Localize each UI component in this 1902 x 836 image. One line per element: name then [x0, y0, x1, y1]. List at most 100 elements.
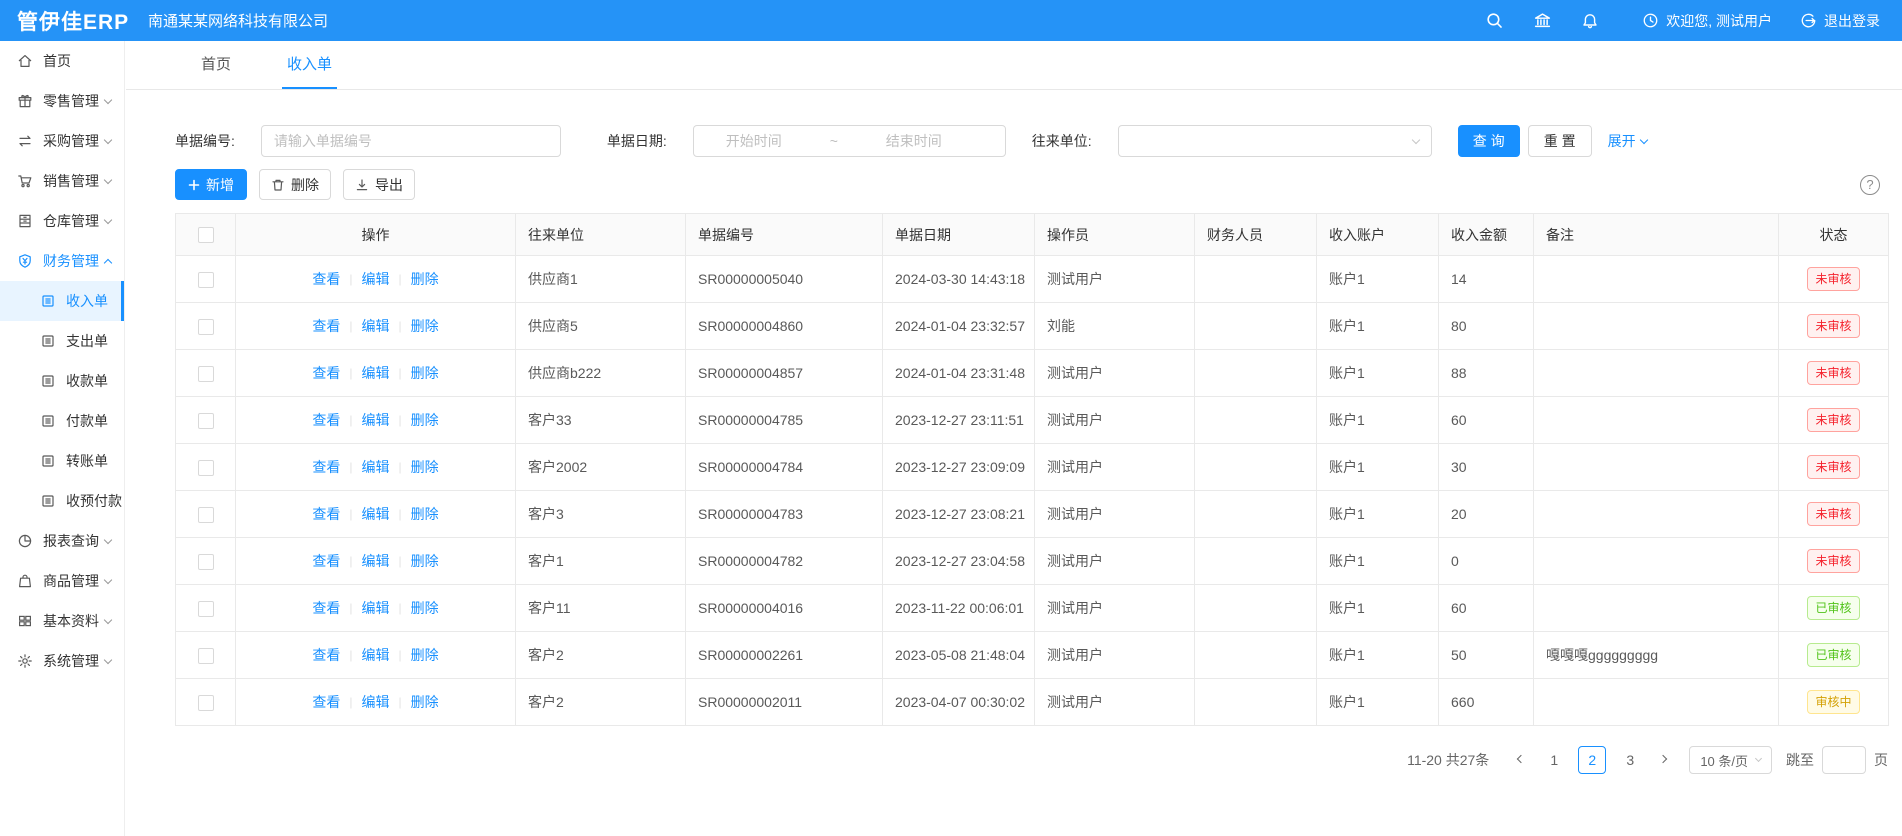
partner-select[interactable] — [1118, 125, 1432, 157]
action-delete-link[interactable]: 删除 — [411, 410, 439, 430]
cell-partner: 供应商b222 — [516, 350, 686, 397]
chevron-down-icon — [104, 95, 112, 103]
reset-button[interactable]: 重 置 — [1528, 125, 1592, 157]
action-delete-link[interactable]: 删除 — [411, 316, 439, 336]
search-button[interactable]: 查 询 — [1458, 125, 1520, 157]
action-edit-link[interactable]: 编辑 — [362, 504, 390, 524]
sidebar-subitem-expense[interactable]: 支出单 — [0, 321, 124, 361]
page-size-value: 10 条/页 — [1700, 751, 1748, 770]
expand-link[interactable]: 展开 — [1608, 131, 1647, 151]
chevron-down-icon — [1411, 135, 1419, 143]
action-delete-link[interactable]: 删除 — [411, 457, 439, 477]
action-view-link[interactable]: 查看 — [312, 316, 340, 336]
action-view-link[interactable]: 查看 — [312, 269, 340, 289]
table-row: 查看 | 编辑 | 删除 客户11 SR00000004016 2023-11-… — [176, 585, 1889, 632]
action-delete-link[interactable]: 删除 — [411, 269, 439, 289]
action-view-link[interactable]: 查看 — [312, 645, 340, 665]
shield-icon — [17, 253, 33, 269]
sidebar-subitem-payment[interactable]: 付款单 — [0, 401, 124, 441]
action-edit-link[interactable]: 编辑 — [362, 598, 390, 618]
action-view-link[interactable]: 查看 — [312, 504, 340, 524]
action-edit-link[interactable]: 编辑 — [362, 363, 390, 383]
action-separator: | — [399, 601, 402, 615]
swap-icon — [17, 133, 33, 149]
action-edit-link[interactable]: 编辑 — [362, 410, 390, 430]
date-range-picker[interactable]: ~ — [693, 125, 1006, 157]
sidebar-item-sales[interactable]: 销售管理 — [0, 161, 124, 201]
sidebar-subitem-income[interactable]: 收入单 — [0, 281, 124, 321]
action-view-link[interactable]: 查看 — [312, 598, 340, 618]
select-all-checkbox[interactable] — [198, 227, 214, 243]
action-view-link[interactable]: 查看 — [312, 457, 340, 477]
bell-icon[interactable] — [1566, 0, 1614, 41]
row-checkbox[interactable] — [198, 413, 214, 429]
action-delete-link[interactable]: 删除 — [411, 645, 439, 665]
row-checkbox[interactable] — [198, 648, 214, 664]
action-edit-link[interactable]: 编辑 — [362, 457, 390, 477]
logout-button[interactable]: 退出登录 — [1800, 11, 1880, 31]
sidebar-item-system[interactable]: 系统管理 — [0, 641, 124, 681]
page-2[interactable]: 2 — [1578, 746, 1606, 774]
bank-icon[interactable] — [1518, 0, 1566, 41]
sidebar-item-retail[interactable]: 零售管理 — [0, 81, 124, 121]
prev-page-button[interactable] — [1507, 746, 1535, 774]
action-delete-link[interactable]: 删除 — [411, 692, 439, 712]
export-button[interactable]: 导出 — [343, 169, 415, 200]
row-checkbox[interactable] — [198, 366, 214, 382]
action-view-link[interactable]: 查看 — [312, 692, 340, 712]
row-checkbox[interactable] — [198, 695, 214, 711]
action-delete-link[interactable]: 删除 — [411, 504, 439, 524]
action-edit-link[interactable]: 编辑 — [362, 692, 390, 712]
tab-income[interactable]: 收入单 — [282, 53, 337, 89]
action-edit-link[interactable]: 编辑 — [362, 316, 390, 336]
page-size-select[interactable]: 10 条/页 — [1689, 746, 1772, 774]
action-view-link[interactable]: 查看 — [312, 410, 340, 430]
row-checkbox[interactable] — [198, 319, 214, 335]
action-edit-link[interactable]: 编辑 — [362, 269, 390, 289]
next-page-button[interactable] — [1649, 746, 1677, 774]
action-edit-link[interactable]: 编辑 — [362, 645, 390, 665]
row-checkbox[interactable] — [198, 554, 214, 570]
row-checkbox[interactable] — [198, 272, 214, 288]
action-view-link[interactable]: 查看 — [312, 551, 340, 571]
sidebar-item-goods[interactable]: 商品管理 — [0, 561, 124, 601]
cell-finance — [1195, 303, 1317, 350]
chevron-up-icon — [104, 258, 112, 266]
chevron-down-icon — [104, 215, 112, 223]
jump-input[interactable] — [1822, 746, 1866, 774]
tab-home[interactable]: 首页 — [196, 53, 236, 89]
sidebar-item-purchase[interactable]: 采购管理 — [0, 121, 124, 161]
sidebar-item-warehouse[interactable]: 仓库管理 — [0, 201, 124, 241]
sidebar-subitem-transfer[interactable]: 转账单 — [0, 441, 124, 481]
sidebar-item-finance[interactable]: 财务管理 — [0, 241, 124, 281]
action-delete-link[interactable]: 删除 — [411, 363, 439, 383]
date-start-input[interactable] — [694, 133, 814, 149]
col-amount: 收入金额 — [1439, 214, 1534, 256]
status-badge: 未审核 — [1807, 314, 1859, 338]
welcome-user[interactable]: 欢迎您, 测试用户 — [1642, 11, 1772, 31]
action-delete-link[interactable]: 删除 — [411, 551, 439, 571]
delete-button[interactable]: 删除 — [259, 169, 331, 200]
page-3[interactable]: 3 — [1616, 746, 1644, 774]
cell-date: 2024-03-30 14:43:18 — [883, 256, 1035, 303]
action-view-link[interactable]: 查看 — [312, 363, 340, 383]
help-icon[interactable]: ? — [1860, 175, 1880, 195]
sidebar-item-reports[interactable]: 报表查询 — [0, 521, 124, 561]
sidebar-subitem-advance[interactable]: 收预付款 — [0, 481, 124, 521]
sidebar-item-basedata[interactable]: 基本资料 — [0, 601, 124, 641]
search-icon[interactable] — [1470, 0, 1518, 41]
cell-amount: 0 — [1439, 538, 1534, 585]
date-end-input[interactable] — [854, 133, 974, 149]
row-checkbox[interactable] — [198, 601, 214, 617]
sidebar-subitem-receipt[interactable]: 收款单 — [0, 361, 124, 401]
row-checkbox[interactable] — [198, 507, 214, 523]
doc-icon — [40, 293, 56, 309]
add-button[interactable]: 新增 — [175, 169, 247, 200]
bill-no-input[interactable] — [261, 125, 561, 157]
action-delete-link[interactable]: 删除 — [411, 598, 439, 618]
row-checkbox[interactable] — [198, 460, 214, 476]
sidebar-item-home[interactable]: 首页 — [0, 41, 124, 81]
action-edit-link[interactable]: 编辑 — [362, 551, 390, 571]
cell-finance — [1195, 632, 1317, 679]
page-1[interactable]: 1 — [1540, 746, 1568, 774]
